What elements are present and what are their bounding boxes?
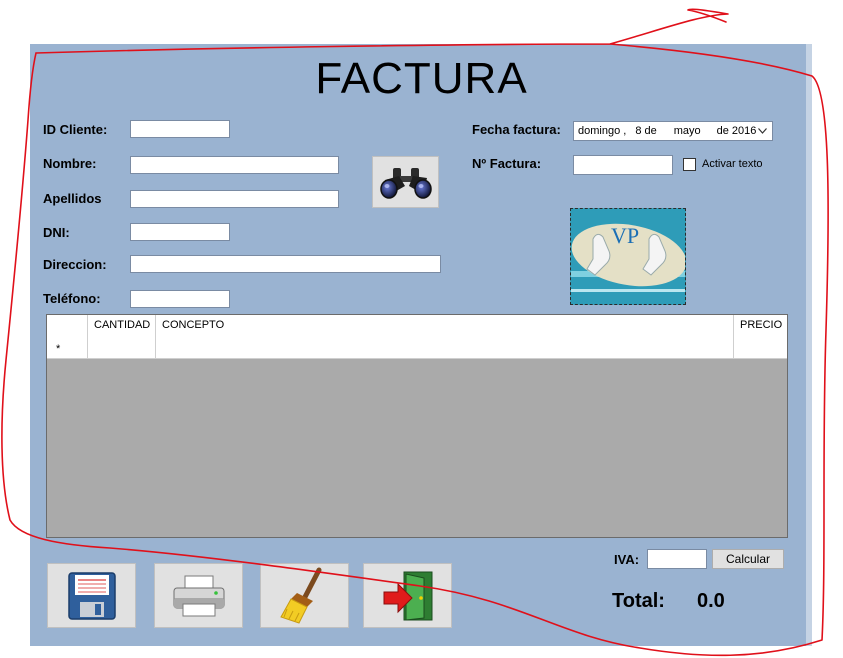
red-annotation-outline — [1, 8, 829, 657]
